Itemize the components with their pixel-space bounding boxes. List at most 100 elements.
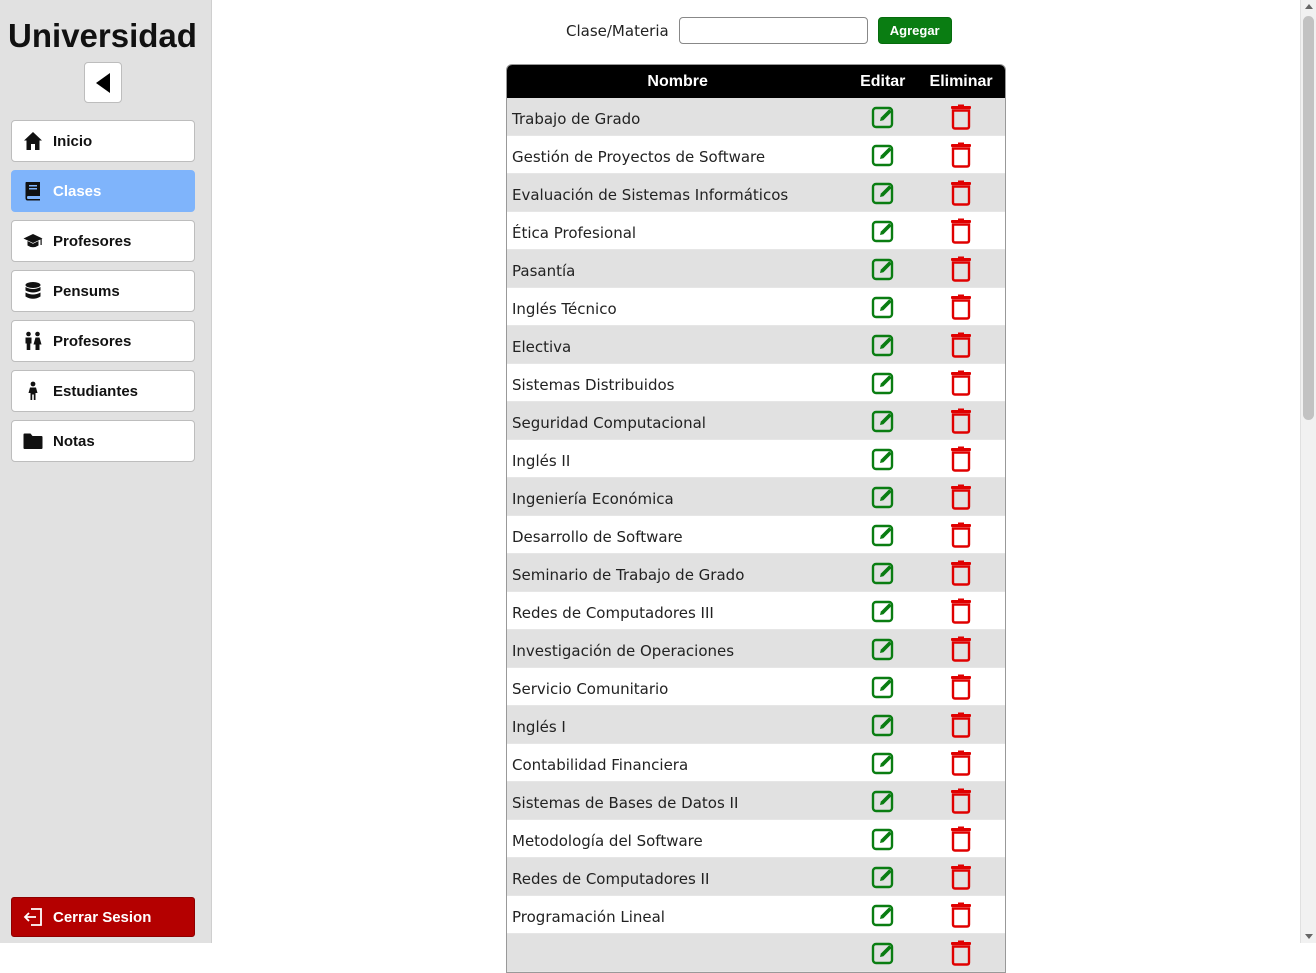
- class-name-cell: Redes de Computadores II: [512, 869, 710, 888]
- delete-cell: [917, 408, 1005, 434]
- table-row: Ingeniería Económica: [507, 478, 1005, 516]
- edit-icon[interactable]: [871, 256, 895, 282]
- trash-icon[interactable]: [949, 484, 973, 510]
- table-row: Sistemas Distribuidos: [507, 364, 1005, 402]
- edit-cell: [848, 104, 917, 130]
- edit-cell: [848, 560, 917, 586]
- class-name-cell: Inglés I: [512, 717, 566, 736]
- trash-icon[interactable]: [949, 256, 973, 282]
- trash-icon[interactable]: [949, 598, 973, 624]
- delete-cell: [917, 560, 1005, 586]
- edit-cell: [848, 864, 917, 890]
- edit-icon[interactable]: [871, 826, 895, 852]
- class-name-cell: Contabilidad Financiera: [512, 755, 689, 774]
- edit-icon[interactable]: [871, 636, 895, 662]
- delete-cell: [917, 940, 1005, 966]
- trash-icon[interactable]: [949, 522, 973, 548]
- trash-icon[interactable]: [949, 750, 973, 776]
- delete-cell: [917, 712, 1005, 738]
- nav-item-label: Notas: [53, 432, 95, 450]
- scroll-up-arrow-icon[interactable]: [1305, 4, 1313, 9]
- trash-icon[interactable]: [949, 142, 973, 168]
- class-name-cell: Gestión de Proyectos de Software: [512, 147, 766, 166]
- edit-icon[interactable]: [871, 864, 895, 890]
- edit-cell: [848, 446, 917, 472]
- column-header-edit: Editar: [860, 72, 906, 90]
- table-row: Contabilidad Financiera: [507, 744, 1005, 782]
- edit-cell: [848, 180, 917, 206]
- edit-icon[interactable]: [871, 560, 895, 586]
- edit-icon[interactable]: [871, 674, 895, 700]
- edit-icon[interactable]: [871, 370, 895, 396]
- trash-icon[interactable]: [949, 826, 973, 852]
- edit-cell: [848, 712, 917, 738]
- edit-icon[interactable]: [871, 294, 895, 320]
- class-name-cell: Investigación de Operaciones: [512, 641, 735, 660]
- book-icon: [23, 181, 43, 201]
- class-name-cell: Inglés Técnico: [512, 299, 617, 318]
- edit-cell: [848, 826, 917, 852]
- table-row: Electiva: [507, 326, 1005, 364]
- edit-icon[interactable]: [871, 750, 895, 776]
- edit-icon[interactable]: [871, 484, 895, 510]
- trash-icon[interactable]: [949, 864, 973, 890]
- scrollbar-thumb[interactable]: [1303, 16, 1314, 420]
- delete-cell: [917, 902, 1005, 928]
- trash-icon[interactable]: [949, 788, 973, 814]
- logout-button[interactable]: Cerrar Sesion: [11, 897, 195, 937]
- table-row: Inglés Técnico: [507, 288, 1005, 326]
- nav-item-label: Clases: [53, 182, 102, 200]
- edit-icon[interactable]: [871, 788, 895, 814]
- delete-cell: [917, 332, 1005, 358]
- edit-icon[interactable]: [871, 408, 895, 434]
- scroll-down-arrow-icon[interactable]: [1305, 934, 1313, 939]
- class-name-cell: Electiva: [512, 337, 572, 356]
- delete-cell: [917, 104, 1005, 130]
- nav-item-profesores[interactable]: Profesores: [11, 220, 195, 262]
- edit-icon[interactable]: [871, 712, 895, 738]
- edit-icon[interactable]: [871, 332, 895, 358]
- edit-icon[interactable]: [871, 218, 895, 244]
- vertical-scrollbar[interactable]: [1300, 0, 1316, 943]
- trash-icon[interactable]: [949, 332, 973, 358]
- trash-icon[interactable]: [949, 902, 973, 928]
- trash-icon[interactable]: [949, 104, 973, 130]
- class-name-cell: Trabajo de Grado: [512, 109, 641, 128]
- trash-icon[interactable]: [949, 446, 973, 472]
- nav-item-clases[interactable]: Clases: [11, 170, 195, 212]
- trash-icon[interactable]: [949, 560, 973, 586]
- edit-icon[interactable]: [871, 180, 895, 206]
- nav-item-notas[interactable]: Notas: [11, 420, 195, 462]
- table-row: Ética Profesional: [507, 212, 1005, 250]
- edit-icon[interactable]: [871, 598, 895, 624]
- trash-icon[interactable]: [949, 940, 973, 966]
- edit-icon[interactable]: [871, 902, 895, 928]
- trash-icon[interactable]: [949, 218, 973, 244]
- nav-item-estudiantes[interactable]: Estudiantes: [11, 370, 195, 412]
- edit-icon[interactable]: [871, 104, 895, 130]
- trash-icon[interactable]: [949, 294, 973, 320]
- edit-icon[interactable]: [871, 446, 895, 472]
- trash-icon[interactable]: [949, 180, 973, 206]
- nav-item-inicio[interactable]: Inicio: [11, 120, 195, 162]
- edit-cell: [848, 788, 917, 814]
- trash-icon[interactable]: [949, 408, 973, 434]
- add-class-button[interactable]: Agregar: [877, 17, 952, 44]
- nav-item-pensums[interactable]: Pensums: [11, 270, 195, 312]
- edit-icon[interactable]: [871, 940, 895, 966]
- edit-icon[interactable]: [871, 142, 895, 168]
- table-row: Seguridad Computacional: [507, 402, 1005, 440]
- nav-item-label: Pensums: [53, 282, 120, 300]
- people-icon: [23, 331, 43, 351]
- trash-icon[interactable]: [949, 712, 973, 738]
- collapse-sidebar-button[interactable]: [84, 62, 122, 103]
- graduation-cap-icon: [23, 231, 43, 251]
- trash-icon[interactable]: [949, 636, 973, 662]
- caret-left-icon: [96, 72, 110, 93]
- table-body: Trabajo de Grado Gestión de Proyectos de …: [507, 98, 1005, 972]
- trash-icon[interactable]: [949, 674, 973, 700]
- edit-icon[interactable]: [871, 522, 895, 548]
- nav-item-profesores-2[interactable]: Profesores: [11, 320, 195, 362]
- trash-icon[interactable]: [949, 370, 973, 396]
- class-name-input[interactable]: [678, 17, 868, 44]
